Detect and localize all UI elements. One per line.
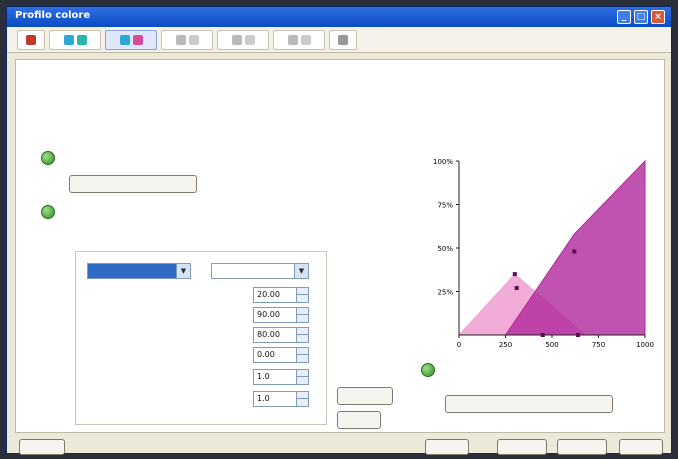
- ink-select[interactable]: ▼: [87, 263, 191, 279]
- field-1-input[interactable]: 20.00: [253, 287, 309, 303]
- tool-ink-limit[interactable]: [273, 30, 325, 50]
- spin-arrows-icon[interactable]: [296, 392, 309, 406]
- title-bar: Profilo colore _ □ ×: [7, 7, 671, 27]
- series-area-2: [504, 159, 646, 336]
- tool-separation[interactable]: [105, 30, 157, 50]
- field-3-input[interactable]: 80.00: [253, 327, 309, 343]
- field-6-value: 1.0: [257, 394, 270, 403]
- print-separation-chart-button[interactable]: [69, 175, 197, 193]
- dialog-window: Profilo colore _ □ × ▼ ▼ 20.00 90.00 80.…: [6, 6, 672, 455]
- ink-flow-icon: [63, 35, 74, 45]
- spin-arrows-icon[interactable]: [296, 308, 309, 322]
- tone-select[interactable]: ▼: [211, 263, 309, 279]
- x-tick-label-1: 0: [457, 341, 461, 349]
- profile-icon: [338, 35, 348, 45]
- tool-ink-flow[interactable]: [49, 30, 101, 50]
- gradation-icon: [231, 35, 242, 45]
- field-2-value: 90.00: [257, 310, 280, 319]
- field-5-value: 1.0: [257, 372, 270, 381]
- field-4-input[interactable]: 0.00: [253, 347, 309, 363]
- window-title: Profilo colore: [15, 10, 91, 21]
- tool-gradation[interactable]: [217, 30, 269, 50]
- help-button[interactable]: [19, 439, 65, 455]
- tool-curve[interactable]: [161, 30, 213, 50]
- curve-handle-2: [514, 286, 519, 291]
- chevron-down-icon: ▼: [294, 264, 308, 278]
- wizard-toolbar: [7, 27, 671, 53]
- x-tick-label-5: 1000: [636, 341, 654, 349]
- print-verification-chart-button[interactable]: [445, 395, 613, 413]
- chevron-down-icon: ▼: [176, 264, 190, 278]
- y-tick-label-4: 100%: [433, 158, 453, 166]
- x-tick-label-4: 750: [592, 341, 605, 349]
- step2-bullet-icon: [41, 205, 55, 219]
- step3-bullet-icon: [421, 363, 435, 377]
- printer-icon: [26, 35, 36, 45]
- spin-arrows-icon[interactable]: [296, 370, 309, 384]
- curve-handle-1: [512, 272, 517, 277]
- field-4-value: 0.00: [257, 350, 275, 359]
- spin-arrows-icon[interactable]: [296, 288, 309, 302]
- x-tick-label-3: 500: [545, 341, 558, 349]
- y-tick-label-2: 50%: [437, 245, 453, 253]
- x-tick-label-2: 250: [499, 341, 512, 349]
- curve-handle-3: [572, 249, 577, 254]
- tool-profile[interactable]: [329, 30, 357, 50]
- tool-printer[interactable]: [17, 30, 45, 50]
- curve-icon: [175, 35, 186, 45]
- maximize-button[interactable]: □: [634, 10, 648, 24]
- y-tick-label-3: 75%: [437, 202, 453, 210]
- field-3-value: 80.00: [257, 330, 280, 339]
- cancel-button[interactable]: [337, 411, 381, 429]
- field-2-input[interactable]: 90.00: [253, 307, 309, 323]
- spin-arrows-icon[interactable]: [296, 348, 309, 362]
- back-button[interactable]: [497, 439, 547, 455]
- separation-icon: [119, 35, 130, 45]
- window-controls: _ □ ×: [617, 10, 665, 24]
- field-1-value: 20.00: [257, 290, 280, 299]
- curve-handle-4: [540, 333, 545, 337]
- field-5-input[interactable]: 1.0: [253, 369, 309, 385]
- apply-button[interactable]: [337, 387, 393, 405]
- next-button[interactable]: [557, 439, 607, 455]
- separation-chart: 25% 50% 75% 100% 0 250 500 750 1000: [433, 158, 654, 349]
- page-description: [25, 51, 635, 79]
- field-6-input[interactable]: 1.0: [253, 391, 309, 407]
- step1-bullet-icon: [41, 151, 55, 165]
- ink-limit-icon: [287, 35, 298, 45]
- close-button[interactable]: ×: [651, 10, 665, 24]
- y-tick-label-1: 25%: [437, 289, 453, 297]
- curve-handle-5: [576, 333, 581, 337]
- spin-arrows-icon[interactable]: [296, 328, 309, 342]
- footer-button-1[interactable]: [425, 439, 469, 455]
- footer-button-4[interactable]: [619, 439, 663, 455]
- minimize-button[interactable]: _: [617, 10, 631, 24]
